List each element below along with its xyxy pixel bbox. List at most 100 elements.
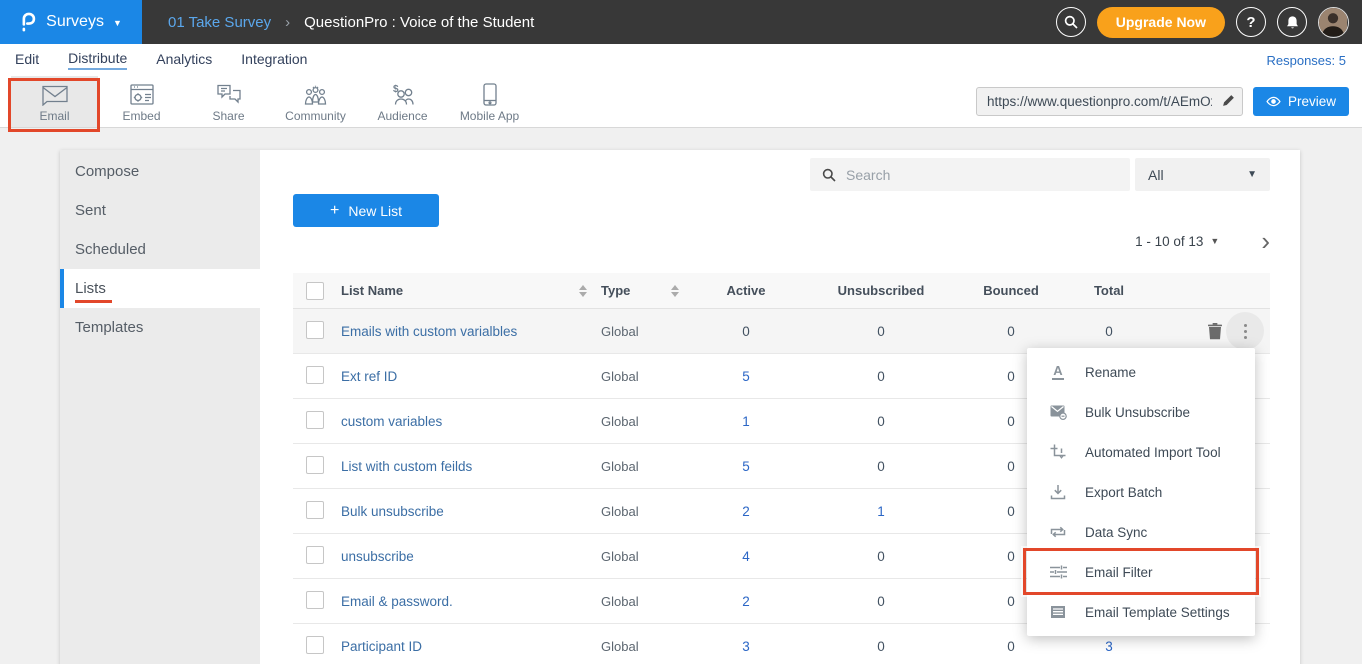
preview-button[interactable]: Preview [1253, 87, 1349, 116]
pagination-caret-icon[interactable]: ▼ [1210, 236, 1219, 246]
notifications-bell-icon[interactable] [1277, 7, 1307, 37]
row-checkbox[interactable] [306, 501, 324, 519]
distribute-toolbar: Email Embed Share Communit [0, 76, 1362, 128]
chevron-down-icon: ▼ [1247, 169, 1257, 180]
sidebar-item-scheduled[interactable]: Scheduled [60, 230, 260, 269]
list-name-link[interactable]: unsubscribe [341, 549, 601, 564]
email-icon [41, 82, 69, 106]
col-list-name[interactable]: List Name [341, 283, 403, 298]
upgrade-now-button[interactable]: Upgrade Now [1097, 7, 1225, 38]
tab-integration[interactable]: Integration [241, 51, 307, 69]
sidebar-item-templates[interactable]: Templates [60, 308, 260, 347]
surveys-menu[interactable]: Surveys ▼ [0, 0, 142, 44]
sidebar-item-sent[interactable]: Sent [60, 191, 260, 230]
tool-community-label: Community [285, 109, 346, 123]
row-checkbox[interactable] [306, 636, 324, 654]
tool-embed[interactable]: Embed [98, 76, 185, 127]
survey-tabbar: Edit Distribute Analytics Integration Re… [0, 44, 1362, 76]
tool-mobile-app[interactable]: Mobile App [446, 76, 533, 127]
list-type: Global [601, 369, 693, 384]
menu-item-label: Data Sync [1085, 525, 1147, 540]
bulk-unsubscribe-icon [1049, 405, 1067, 420]
share-icon [216, 82, 242, 106]
row-checkbox[interactable] [306, 411, 324, 429]
new-list-button[interactable]: + New List [293, 194, 439, 227]
search-box [810, 158, 1130, 191]
search-icon[interactable] [1056, 7, 1086, 37]
eye-icon [1266, 96, 1281, 107]
edit-url-pencil-icon[interactable] [1222, 94, 1235, 112]
list-type: Global [601, 639, 693, 654]
delete-trash-icon[interactable] [1208, 323, 1222, 340]
responses-count[interactable]: Responses: 5 [1267, 53, 1362, 68]
tool-audience[interactable]: $ Audience [359, 76, 446, 127]
product-name: Surveys [46, 13, 104, 31]
tab-distribute[interactable]: Distribute [68, 50, 127, 70]
email-filter-icon [1049, 565, 1067, 579]
menu-item-export-batch[interactable]: Export Batch [1027, 472, 1255, 512]
list-name-link[interactable]: List with custom feilds [341, 459, 601, 474]
tab-analytics[interactable]: Analytics [156, 51, 212, 69]
menu-item-label: Bulk Unsubscribe [1085, 405, 1190, 420]
sort-type-icon[interactable] [671, 285, 679, 297]
unsubscribed-count[interactable]: 1 [799, 504, 963, 519]
list-name-link[interactable]: Emails with custom varialbles [341, 324, 601, 339]
menu-item-rename[interactable]: A Rename [1027, 352, 1255, 392]
bounced-count: 0 [963, 324, 1059, 339]
row-checkbox[interactable] [306, 366, 324, 384]
active-count[interactable]: 2 [693, 504, 799, 519]
toolbar-right: Preview [976, 76, 1362, 127]
sidebar-item-lists-label: Lists [75, 280, 106, 297]
menu-item-email-template-settings[interactable]: Email Template Settings [1027, 592, 1255, 632]
filter-dropdown[interactable]: All ▼ [1135, 158, 1270, 191]
menu-item-email-filter[interactable]: Email Filter [1027, 552, 1255, 592]
plus-icon: + [330, 202, 339, 220]
active-count[interactable]: 3 [693, 639, 799, 654]
next-page-chevron[interactable]: › [1261, 232, 1270, 250]
col-unsubscribed: Unsubscribed [799, 283, 963, 298]
row-checkbox[interactable] [306, 456, 324, 474]
search-input[interactable] [846, 167, 1106, 183]
chevron-down-icon: ▼ [113, 18, 122, 28]
tool-community[interactable]: Community [272, 76, 359, 127]
row-menu-dots-icon[interactable] [1226, 312, 1264, 350]
col-bounced: Bounced [963, 283, 1059, 298]
active-count[interactable]: 1 [693, 414, 799, 429]
active-count[interactable]: 2 [693, 594, 799, 609]
list-name-link[interactable]: Bulk unsubscribe [341, 504, 601, 519]
list-name-link[interactable]: Ext ref ID [341, 369, 601, 384]
user-avatar[interactable] [1318, 7, 1349, 38]
breadcrumb-title: QuestionPro : Voice of the Student [304, 14, 534, 31]
select-all-checkbox[interactable] [306, 282, 324, 300]
tool-email[interactable]: Email [11, 76, 98, 127]
sidebar-item-compose[interactable]: Compose [60, 152, 260, 191]
list-name-link[interactable]: custom variables [341, 414, 601, 429]
pagination-range[interactable]: 1 - 10 of 13 [1135, 234, 1203, 249]
community-icon [302, 82, 329, 106]
tool-mobile-app-label: Mobile App [460, 109, 519, 123]
row-checkbox[interactable] [306, 591, 324, 609]
active-count[interactable]: 5 [693, 459, 799, 474]
unsubscribed-count: 0 [799, 369, 963, 384]
tool-share-label: Share [212, 109, 244, 123]
list-name-link[interactable]: Participant ID [341, 639, 601, 654]
row-checkbox[interactable] [306, 321, 324, 339]
col-active: Active [693, 283, 799, 298]
list-name-link[interactable]: Email & password. [341, 594, 601, 609]
sort-list-name-icon[interactable] [579, 285, 587, 297]
help-icon[interactable]: ? [1236, 7, 1266, 37]
total-count[interactable]: 3 [1059, 639, 1159, 654]
survey-url-input[interactable] [976, 87, 1243, 116]
menu-item-data-sync[interactable]: Data Sync [1027, 512, 1255, 552]
row-checkbox[interactable] [306, 546, 324, 564]
active-count[interactable]: 5 [693, 369, 799, 384]
active-count[interactable]: 4 [693, 549, 799, 564]
menu-item-bulk-unsubscribe[interactable]: Bulk Unsubscribe [1027, 392, 1255, 432]
breadcrumb-survey-link[interactable]: 01 Take Survey [168, 14, 271, 31]
sidebar-item-lists[interactable]: Lists [60, 269, 260, 308]
tool-share[interactable]: Share [185, 76, 272, 127]
tab-edit[interactable]: Edit [15, 51, 39, 69]
list-type: Global [601, 459, 693, 474]
col-type[interactable]: Type [601, 283, 630, 298]
menu-item-automated-import[interactable]: Automated Import Tool [1027, 432, 1255, 472]
